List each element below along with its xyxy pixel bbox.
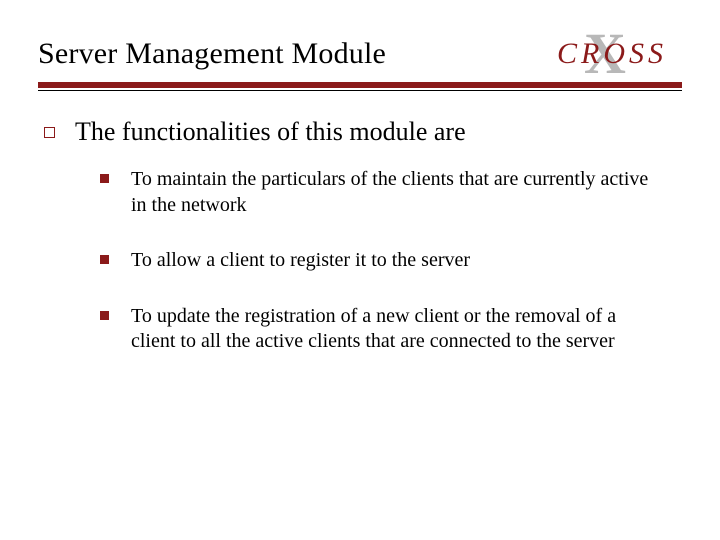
- bullet-list: To maintain the particulars of the clien…: [44, 167, 682, 355]
- logo: X CROSS: [542, 30, 682, 78]
- bullet-filled-icon: [100, 174, 109, 183]
- list-item: To update the registration of a new clie…: [100, 304, 682, 355]
- slide-title: Server Management Module: [38, 37, 386, 71]
- slide: Server Management Module X CROSS The fun…: [0, 0, 720, 540]
- list-item: To maintain the particulars of the clien…: [100, 167, 682, 218]
- heading-text: The functionalities of this module are: [75, 117, 466, 147]
- bullet-open-icon: [44, 127, 55, 138]
- list-item-text: To allow a client to register it to the …: [131, 248, 470, 274]
- list-item: To allow a client to register it to the …: [100, 248, 682, 274]
- list-item-text: To update the registration of a new clie…: [131, 304, 651, 355]
- slide-content: The functionalities of this module are T…: [38, 117, 682, 355]
- heading-row: The functionalities of this module are: [44, 117, 682, 147]
- bullet-filled-icon: [100, 255, 109, 264]
- logo-text: CROSS: [557, 37, 667, 71]
- bullet-filled-icon: [100, 311, 109, 320]
- title-rule-thin: [38, 90, 682, 91]
- slide-header: Server Management Module X CROSS: [38, 30, 682, 78]
- list-item-text: To maintain the particulars of the clien…: [131, 167, 651, 218]
